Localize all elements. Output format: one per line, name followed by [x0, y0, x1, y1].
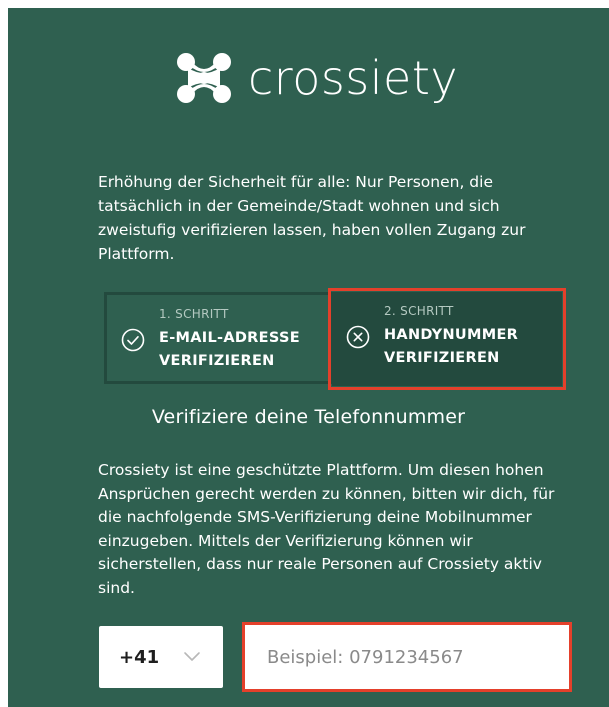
- step-title: E-MAIL-ADRESSE VERIFIZIEREN: [159, 330, 300, 369]
- check-circle-icon: [121, 328, 145, 352]
- step-2-phone: 2. SCHRITT HANDYNUMMER VERIFIZIEREN: [328, 288, 566, 390]
- x-circle-icon: [346, 325, 370, 349]
- verification-panel: crossiety Erhöhung der Sicherheit für al…: [8, 8, 609, 707]
- step-title: HANDYNUMMER VERIFIZIEREN: [384, 327, 519, 366]
- step-kicker: 2. SCHRITT: [384, 304, 454, 318]
- chevron-down-icon: [184, 652, 200, 661]
- info-text: Crossiety ist eine geschützte Plattform.…: [98, 461, 555, 597]
- step-1-email: 1. SCHRITT E-MAIL-ADRESSE VERIFIZIEREN: [104, 292, 332, 384]
- country-code-value: +41: [119, 647, 160, 668]
- phone-number-input[interactable]: [251, 631, 563, 683]
- verification-steps: 1. SCHRITT E-MAIL-ADRESSE VERIFIZIEREN 2…: [104, 288, 566, 390]
- step-kicker: 1. SCHRITT: [159, 307, 229, 321]
- page-title: Verifiziere deine Telefonnummer: [151, 406, 466, 428]
- brand-name: crossiety: [248, 51, 459, 105]
- crossiety-logo-icon: [177, 53, 231, 103]
- country-code-select[interactable]: +41: [99, 626, 223, 688]
- intro-text: Erhöhung der Sicherheit für alle: Nur Pe…: [98, 173, 526, 263]
- crossiety-logo: crossiety: [174, 46, 494, 110]
- phone-input-frame: [242, 622, 572, 692]
